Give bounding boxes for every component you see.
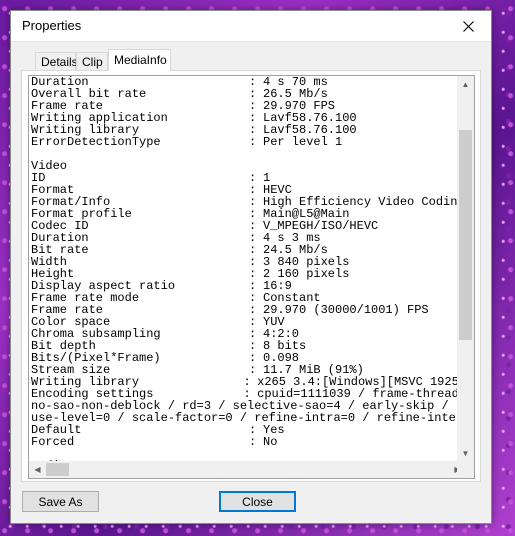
window-title: Properties — [22, 18, 82, 33]
info-line: Display aspect ratio:16:9 — [29, 280, 466, 292]
info-line: Writing application: Lavf58.76.100 — [29, 112, 466, 124]
info-key: Height — [31, 268, 75, 280]
vertical-scrollbar[interactable]: ▲ ▼ — [457, 76, 474, 462]
mediainfo-text: Duration:4 s 70 ms Overall bit rate:26.5 … — [29, 76, 466, 461]
info-separator: : — [249, 135, 257, 149]
tab-details-label: Details — [41, 55, 78, 69]
save-as-button[interactable]: Save As — [22, 491, 99, 512]
mediainfo-text-area[interactable]: Duration:4 s 70 ms Overall bit rate:26.5 … — [28, 75, 475, 479]
info-key: Chroma subsampling — [31, 328, 161, 340]
info-line: Forced: No — [29, 436, 466, 448]
info-key: Format profile — [31, 208, 132, 220]
tab-clip-label: Clip — [82, 55, 103, 69]
info-line: Bit depth:8 bits — [29, 340, 466, 352]
info-key: Frame rate — [31, 304, 104, 316]
mediainfo-panel: Duration:4 s 70 ms Overall bit rate:26.5 … — [21, 70, 481, 482]
info-key: Bits/(Pixel*Frame) — [31, 352, 161, 364]
info-key: Duration — [31, 232, 89, 244]
info-key: ID — [31, 172, 46, 184]
info-line: Duration:4 s 70 ms — [29, 76, 466, 88]
info-key: Color space — [31, 316, 111, 328]
info-key: Display aspect ratio — [31, 280, 176, 292]
info-line-text: Video — [31, 159, 68, 173]
info-key: Frame rate mode — [31, 292, 140, 304]
info-line: Duration:4 s 3 ms — [29, 232, 466, 244]
info-line: Frame rate:29.970 (30000/1001) FPS — [29, 304, 466, 316]
info-line: Codec ID: V_MPEGH/ISO/HEVC — [29, 220, 466, 232]
info-value: 29.970 (30000/1001) FPS — [263, 303, 429, 317]
info-line: Chroma subsampling:4:2:0 — [29, 328, 466, 340]
info-key: Duration — [31, 76, 89, 88]
info-key: Codec ID — [31, 220, 89, 232]
info-line: Video — [29, 160, 466, 172]
info-key: Bit rate — [31, 244, 89, 256]
vertical-scroll-thumb[interactable] — [459, 130, 472, 340]
info-line: Color space: YUV — [29, 316, 466, 328]
info-line — [29, 448, 466, 460]
info-line: Width:3 840 pixels — [29, 256, 466, 268]
scroll-up-icon[interactable]: ▲ — [457, 76, 474, 93]
close-window-button[interactable] — [445, 11, 491, 41]
scroll-left-icon[interactable]: ◀ — [29, 461, 46, 478]
title-bar: Properties — [11, 11, 491, 42]
info-line: Overall bit rate:26.5 Mb/s — [29, 88, 466, 100]
info-key: Width — [31, 256, 68, 268]
info-line: Bit rate:24.5 Mb/s — [29, 244, 466, 256]
info-value: No — [263, 435, 278, 449]
scroll-down-icon[interactable]: ▼ — [457, 445, 474, 462]
properties-dialog: Properties Details Clip MediaInfo Durati… — [10, 10, 492, 524]
horizontal-scroll-thumb[interactable] — [46, 463, 69, 476]
info-line: Frame rate:29.970 FPS — [29, 100, 466, 112]
info-separator: : — [249, 435, 257, 449]
info-key: Stream size — [31, 364, 111, 376]
info-line: ErrorDetectionType: Per level 1 — [29, 136, 466, 148]
tab-details[interactable]: Details — [35, 52, 78, 70]
info-key: ErrorDetectionType — [31, 136, 161, 148]
info-line: Writing library: Lavf58.76.100 — [29, 124, 466, 136]
info-line: Default: Yes — [29, 424, 466, 436]
close-button[interactable]: Close — [219, 491, 296, 512]
info-key: Format/Info — [31, 196, 111, 208]
tab-mediainfo[interactable]: MediaInfo — [108, 49, 171, 71]
info-line: Bits/(Pixel*Frame):0.098 — [29, 352, 466, 364]
tab-mediainfo-label: MediaInfo — [114, 53, 167, 67]
horizontal-scrollbar[interactable]: ◀ ▶ — [29, 461, 466, 478]
info-key: Writing library — [31, 124, 140, 136]
info-key: Writing application — [31, 112, 168, 124]
info-key: Writing library — [31, 376, 140, 388]
info-key: Default — [31, 424, 82, 436]
info-key: Bit depth — [31, 340, 96, 352]
info-line: Height:2 160 pixels — [29, 268, 466, 280]
info-line: use-level=0 / scale-factor=0 / refine-in… — [29, 412, 466, 424]
info-line: ID:1 — [29, 172, 466, 184]
info-line: Format profile: Main@L5@Main — [29, 208, 466, 220]
close-icon — [462, 20, 474, 32]
info-line — [29, 148, 466, 160]
info-key: Forced — [31, 436, 75, 448]
info-key: Frame rate — [31, 100, 104, 112]
tab-clip[interactable]: Clip — [76, 52, 108, 70]
info-key: Format — [31, 184, 75, 196]
scroll-corner — [457, 461, 474, 478]
info-key: Overall bit rate — [31, 88, 147, 100]
info-value: Per level 1 — [263, 135, 343, 149]
info-line: Format/Info: High Efficiency Video Coding — [29, 196, 466, 208]
